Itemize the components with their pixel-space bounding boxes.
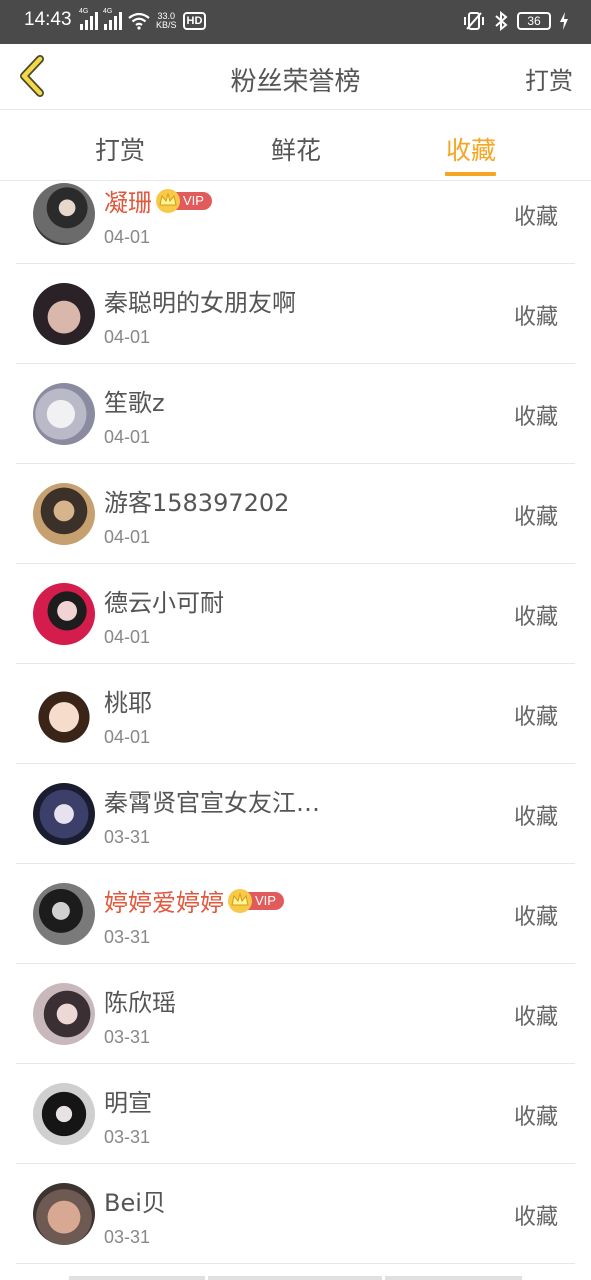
fan-date: 04-01 xyxy=(104,427,151,447)
active-tab-indicator xyxy=(445,172,496,176)
net-speed: 33.0 KB/S xyxy=(156,12,177,30)
cell-signal-icon: 4G xyxy=(103,8,122,30)
list-item[interactable]: 德云小可耐 04-01 收藏 xyxy=(16,564,575,664)
fan-name-text: 凝珊 xyxy=(104,189,152,217)
charging-icon xyxy=(560,12,568,30)
avatar xyxy=(33,783,95,845)
fan-list[interactable]: 凝珊 VIP 04-01 收藏 秦聪明的女朋友啊 04-01 收藏 笙歌z 04… xyxy=(16,182,575,1264)
fan-action: 收藏 xyxy=(513,705,558,730)
avatar xyxy=(33,1083,95,1145)
fan-action: 收藏 xyxy=(513,305,558,330)
fan-date: 03-31 xyxy=(104,927,151,947)
status-left-icons: 4G 4G 33.0 KB/S HD xyxy=(79,8,207,30)
bottom-bar-segment xyxy=(208,1276,382,1280)
hd-badge: HD xyxy=(182,12,207,30)
fan-date: 04-01 xyxy=(104,327,151,347)
avatar xyxy=(33,983,95,1045)
fan-date: 03-31 xyxy=(104,827,151,847)
fan-date: 04-01 xyxy=(104,527,151,547)
list-item[interactable]: 秦聪明的女朋友啊 04-01 收藏 xyxy=(16,264,575,364)
fan-name: 秦聪明的女朋友啊 xyxy=(104,289,296,317)
fan-name: 秦霄贤官宣女友江… xyxy=(104,789,320,817)
page-title: 粉丝荣誉榜 xyxy=(230,67,361,97)
tab-flowers[interactable]: 鲜花 xyxy=(236,131,356,167)
signal-tag: 4G xyxy=(103,8,113,15)
vip-badge: VIP xyxy=(156,188,212,213)
fan-name: 德云小可耐 xyxy=(104,589,224,617)
fan-name: 笙歌z xyxy=(104,389,165,417)
tab-bar: 打赏 鲜花 收藏 xyxy=(0,111,591,181)
bottom-bar-segment xyxy=(69,1276,205,1280)
avatar xyxy=(33,683,95,745)
avatar xyxy=(33,383,95,445)
battery-icon: 36 xyxy=(517,12,551,30)
crown-icon xyxy=(156,188,180,213)
avatar xyxy=(33,883,95,945)
net-speed-unit: KB/S xyxy=(156,20,177,30)
list-item[interactable]: 秦霄贤官宣女友江… 03-31 收藏 xyxy=(16,764,575,864)
list-item[interactable]: 明宣 03-31 收藏 xyxy=(16,1064,575,1164)
fan-action: 收藏 xyxy=(513,505,558,530)
list-item[interactable]: 游客158397202 04-01 收藏 xyxy=(16,464,575,564)
avatar xyxy=(33,483,95,545)
fan-name: Bei贝 xyxy=(104,1189,166,1217)
fan-name: 桃耶 xyxy=(104,689,152,717)
fan-name-text: 婷婷爱婷婷 xyxy=(104,889,224,917)
list-item[interactable]: 陈欣瑶 03-31 收藏 xyxy=(16,964,575,1064)
vip-badge: VIP xyxy=(228,888,284,913)
fan-date: 04-01 xyxy=(104,227,151,247)
list-item[interactable]: 笙歌z 04-01 收藏 xyxy=(16,364,575,464)
avatar xyxy=(33,583,95,645)
fan-date: 03-31 xyxy=(104,1127,151,1147)
tab-reward[interactable]: 打赏 xyxy=(60,131,180,167)
fan-date: 04-01 xyxy=(104,627,151,647)
avatar xyxy=(33,183,95,245)
tab-collect[interactable]: 收藏 xyxy=(411,131,531,167)
header: 粉丝荣誉榜 打赏 xyxy=(0,44,591,110)
bottom-bar-segment xyxy=(385,1276,522,1280)
fan-date: 03-31 xyxy=(104,1027,151,1047)
fan-name: 游客158397202 xyxy=(104,489,290,517)
cell-signal-icon: 4G xyxy=(79,8,98,30)
signal-tag: 4G xyxy=(79,8,89,15)
fan-action: 收藏 xyxy=(513,605,558,630)
list-item[interactable]: Bei贝 03-31 收藏 xyxy=(16,1164,575,1264)
fan-action: 收藏 xyxy=(513,1205,558,1230)
wifi-icon xyxy=(128,12,150,30)
fan-name: 明宣 xyxy=(104,1089,152,1117)
list-item[interactable]: 桃耶 04-01 收藏 xyxy=(16,664,575,764)
avatar xyxy=(33,283,95,345)
fan-name: 陈欣瑶 xyxy=(104,989,176,1017)
fan-name: 凝珊 VIP xyxy=(104,183,212,218)
reward-button[interactable]: 打赏 xyxy=(525,61,573,96)
avatar xyxy=(33,1183,95,1245)
crown-icon xyxy=(228,888,252,913)
fan-action: 收藏 xyxy=(513,405,558,430)
fan-action: 收藏 xyxy=(513,1105,558,1130)
fan-date: 03-31 xyxy=(104,1227,151,1247)
status-right-icons: 36 xyxy=(463,11,569,31)
fan-action: 收藏 xyxy=(513,805,558,830)
bluetooth-icon xyxy=(495,11,508,31)
fan-action: 收藏 xyxy=(513,205,558,230)
list-item[interactable]: 凝珊 VIP 04-01 收藏 xyxy=(16,182,575,264)
status-bar: 14:43 4G 4G 33.0 KB/S HD 36 xyxy=(0,0,591,44)
status-time: 14:43 xyxy=(24,9,72,30)
fan-name: 婷婷爱婷婷 VIP xyxy=(104,883,284,918)
fan-action: 收藏 xyxy=(513,1005,558,1030)
list-item[interactable]: 婷婷爱婷婷 VIP 03-31 收藏 xyxy=(16,864,575,964)
fan-action: 收藏 xyxy=(513,905,558,930)
fan-date: 04-01 xyxy=(104,727,151,747)
vibrate-icon xyxy=(464,12,484,30)
